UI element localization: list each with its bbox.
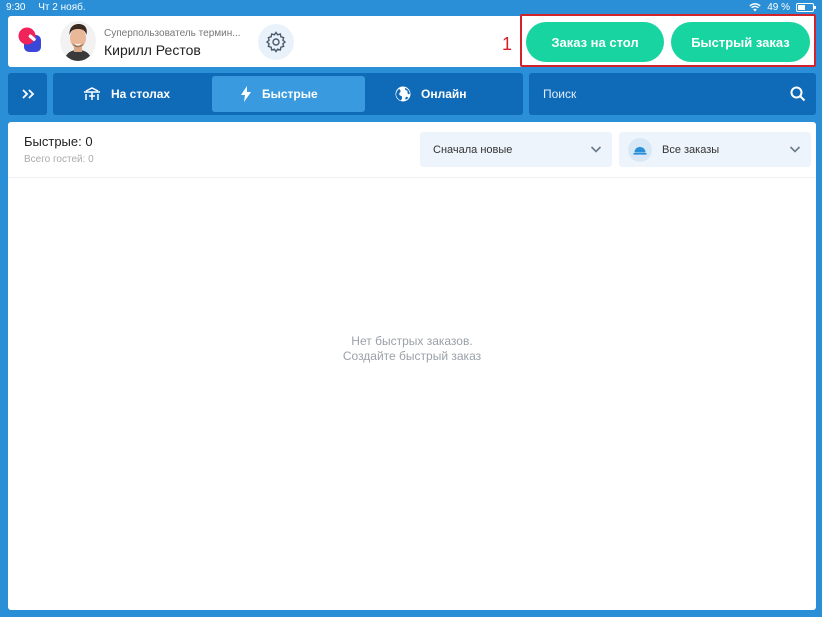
tab-label: Онлайн	[421, 87, 467, 101]
tab-quick[interactable]: Быстрые	[212, 76, 365, 112]
search-icon[interactable]	[790, 86, 806, 102]
status-date: Чт 2 нояб.	[38, 2, 86, 13]
lightning-icon	[241, 86, 251, 102]
order-filter-select[interactable]: Все заказы	[619, 132, 811, 167]
status-time: 9:30	[6, 2, 26, 13]
guests-count: Всего гостей: 0	[24, 154, 94, 165]
chevron-down-icon	[789, 146, 801, 153]
settings-button[interactable]	[258, 24, 294, 60]
tab-label: На столах	[111, 87, 171, 101]
divider	[8, 177, 816, 178]
tab-online[interactable]: Онлайн	[395, 76, 515, 112]
empty-state-line1: Нет быстрых заказов.	[351, 334, 473, 348]
expand-sidebar-button[interactable]	[8, 73, 47, 115]
sort-select-value: Сначала новые	[433, 143, 513, 156]
battery-percent: 49 %	[767, 2, 790, 13]
user-name: Кирилл Рестов	[104, 42, 201, 58]
search-bar	[529, 73, 816, 115]
tab-on-tables[interactable]: На столах	[83, 76, 213, 112]
app-logo-icon	[18, 27, 41, 52]
battery-icon	[796, 3, 816, 12]
chevron-down-icon	[590, 146, 602, 153]
sort-select[interactable]: Сначала новые	[420, 132, 612, 167]
avatar	[60, 21, 96, 61]
gear-icon	[265, 31, 287, 53]
header: Суперпользователь термин... Кирилл Ресто…	[8, 14, 816, 67]
tab-label: Быстрые	[262, 87, 318, 101]
orders-panel: Быстрые: 0 Всего гостей: 0 Сначала новые…	[8, 122, 816, 610]
search-input[interactable]	[543, 85, 773, 103]
annotation-number: 1	[502, 34, 513, 54]
order-to-table-button[interactable]: Заказ на стол	[526, 22, 664, 62]
empty-state: Нет быстрых заказов. Создайте быстрый за…	[8, 334, 816, 364]
order-filter-value: Все заказы	[662, 143, 720, 156]
panel-title: Быстрые: 0	[24, 134, 93, 149]
user-role: Суперпользователь термин...	[104, 28, 241, 39]
double-chevron-right-icon	[21, 89, 34, 99]
table-icon	[84, 87, 100, 100]
globe-icon	[395, 86, 411, 102]
tabs-bar: На столах Быстрые Онлайн	[53, 73, 523, 115]
cloche-icon	[628, 137, 652, 162]
empty-state-line2: Создайте быстрый заказ	[342, 349, 482, 363]
quick-order-button[interactable]: Быстрый заказ	[671, 22, 810, 62]
wifi-icon	[749, 3, 761, 12]
